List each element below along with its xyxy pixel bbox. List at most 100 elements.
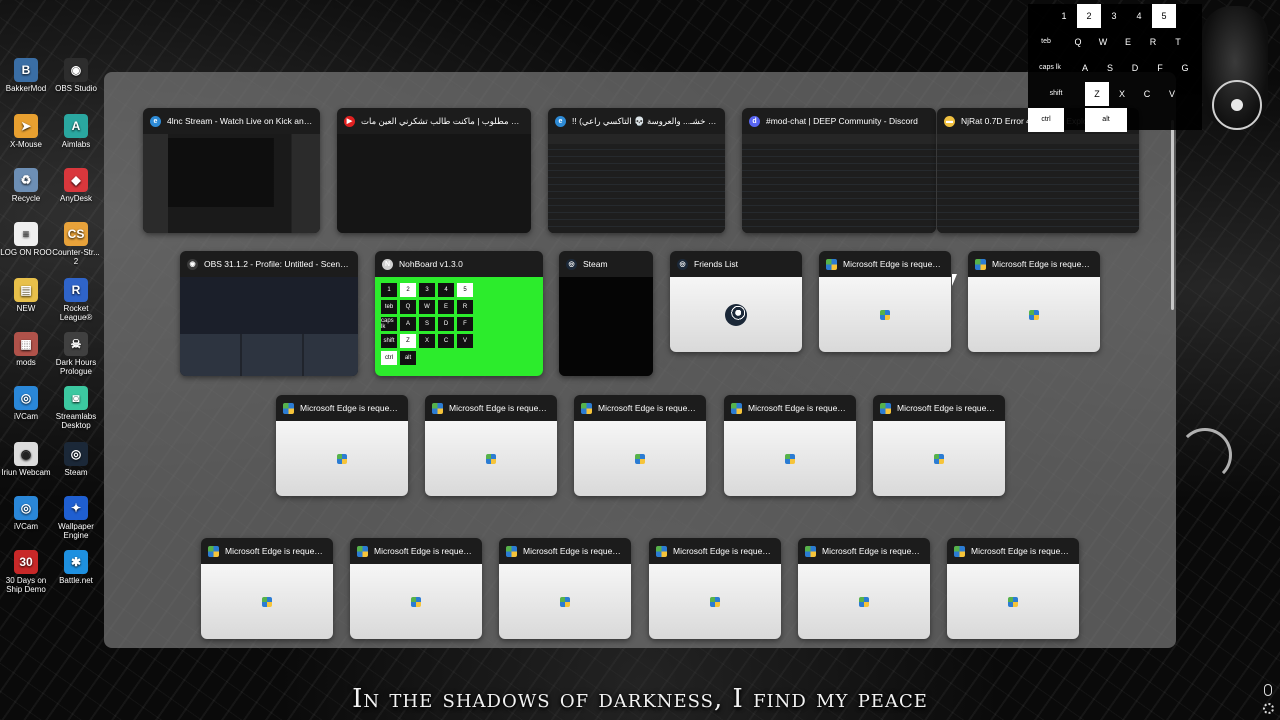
thumb-key: A [400,317,416,331]
task-view-scrollbar[interactable] [1171,120,1174,310]
folder-icon: ▬ [944,115,955,127]
desktop-icon[interactable]: B BakkerMod [0,58,52,93]
desktop-icon[interactable]: ◆ AnyDesk [50,168,102,203]
task-view-window[interactable]: N NohBoard v1.3.0 1 2 3 4 5 teb Q W E Rcaps lk A S D Fs… [375,251,543,376]
shield-icon [954,545,965,557]
desktop-icon-label: Streamlabs Desktop [55,412,97,430]
window-thumbnail [350,564,482,639]
shield-icon [826,258,837,270]
desktop-icon[interactable]: ➤ X-Mouse [0,114,52,149]
shield-icon [411,596,421,607]
desktop-icon-glyph: B [14,58,38,82]
thumb-key: Z [400,334,416,348]
steam-icon: ◎ [677,258,688,270]
desktop-icon-glyph: ♻ [14,168,38,192]
thumb-key: E [438,300,454,314]
desktop-icon-glyph: ◎ [14,386,38,410]
desktop-icon[interactable]: ☠ Dark Hours Prologue [50,332,102,376]
desktop-icon-label: X-Mouse [9,140,42,149]
window-title: Microsoft Edge is requesti... [225,546,326,556]
shield-icon [208,545,219,557]
task-view-window[interactable]: Microsoft Edge is requesti... [276,395,408,496]
desktop-icon-label: 30 Days on Ship Demo [5,576,47,594]
desktop-icon[interactable]: CS Counter-Str... 2 [50,222,102,266]
key-c: C [1143,89,1151,99]
key-z: Z [1085,82,1109,106]
key-3: 3 [1111,11,1117,21]
window-title: Microsoft Edge is requesti... [897,403,998,413]
window-title-bar: Microsoft Edge is requesti... [798,538,930,564]
desktop-icon-glyph: ◎ [64,442,88,466]
shield-icon [337,453,347,464]
desktop-icon[interactable]: A Aimlabs [50,114,102,149]
task-view-window[interactable]: Microsoft Edge is requesti... [968,251,1100,352]
desktop-icon[interactable]: ♻ Recycle [0,168,52,203]
task-view-window[interactable]: Microsoft Edge is requesti... [649,538,781,639]
task-view-window[interactable]: d #mod-chat | DEEP Community - Discord [742,108,936,233]
task-view-window[interactable]: ▶ خليجي مطلوب | ماكنت طالب تشكرني العين م… [337,108,531,233]
task-view-window[interactable]: ◎ Friends List [670,251,802,352]
task-view-window[interactable]: e 4lnc Stream - Watch Live on Kick and 1.… [143,108,320,233]
desktop-icon-label: Wallpaper Engine [58,522,94,540]
window-title: #mod-chat | DEEP Community - Discord [766,116,918,126]
window-thumbnail [143,134,320,233]
desktop-icon-label: Dark Hours Prologue [55,358,97,376]
window-thumbnail [819,277,951,352]
task-view-window[interactable]: Microsoft Edge is requesti... [425,395,557,496]
window-thumbnail [670,277,802,352]
desktop-icon[interactable]: ◉ OBS Studio [50,58,102,93]
window-title: Microsoft Edge is requesti... [673,546,774,556]
window-title: NohBoard v1.3.0 [399,259,463,269]
shield-icon [357,545,368,557]
key-t: T [1175,37,1181,47]
key-5: 5 [1152,4,1176,28]
key-d: D [1131,63,1139,73]
window-title: Microsoft Edge is requesti... [748,403,849,413]
mouse-dot [1231,99,1243,111]
desktop-icon-glyph: A [64,114,88,138]
task-view-window[interactable]: Microsoft Edge is requesti... [873,395,1005,496]
desktop-icon[interactable]: ≡ LOG ON ROO [0,222,52,257]
desktop-icon[interactable]: 30 30 Days on Ship Demo [0,550,52,594]
desktop-icon[interactable]: ◎ iVCam [0,496,52,531]
window-title: خليجي مطلوب | ماكنت طالب تشكرني العين ما… [361,115,524,126]
desktop-icon[interactable]: ▤ NEW [0,278,52,313]
task-view-window[interactable]: Microsoft Edge is requesti... [947,538,1079,639]
shield-icon [432,402,443,414]
window-title-bar: Microsoft Edge is requesti... [574,395,706,421]
task-view-window[interactable]: e !! (قصص خشـ... والعروسة 💀 التاكسي راعي [548,108,725,233]
desktop-icon-glyph: ➤ [14,114,38,138]
desktop-icon-glyph: ✦ [64,496,88,520]
task-view-window[interactable]: Microsoft Edge is requesti... [798,538,930,639]
task-view-window[interactable]: Microsoft Edge is requesti... [819,251,951,352]
shield-icon [880,309,890,320]
window-thumbnail [968,277,1100,352]
thumb-key: teb [381,300,397,314]
microphone-icon[interactable] [1264,684,1272,696]
desktop-icon-label: AnyDesk [59,194,92,203]
desktop-icon[interactable]: ▦ mods [0,332,52,367]
desktop-icon[interactable]: ✱ Battle.net [50,550,102,585]
task-view-window[interactable]: Microsoft Edge is requesti... [350,538,482,639]
window-thumbnail [798,564,930,639]
task-view-window[interactable]: Microsoft Edge is requesti... [201,538,333,639]
desktop-icon[interactable]: ◙ Streamlabs Desktop [50,386,102,430]
window-thumbnail [873,421,1005,496]
thumb-key: caps lk [381,317,397,331]
settings-gear-icon[interactable] [1263,703,1274,714]
task-view-window[interactable]: Microsoft Edge is requesti... [499,538,631,639]
key-1: 1 [1061,11,1067,21]
desktop-icon[interactable]: ◎ Steam [50,442,102,477]
shield-icon [581,402,592,414]
task-view-window[interactable]: Microsoft Edge is requesti... [574,395,706,496]
window-title-bar: N NohBoard v1.3.0 [375,251,543,277]
desktop-icon[interactable]: R Rocket League® [50,278,102,322]
task-view-window[interactable]: ◉ OBS 31.1.2 - Profile: Untitled - Scenes… [180,251,358,376]
key-r: R [1149,37,1157,47]
desktop-icon[interactable]: ✦ Wallpaper Engine [50,496,102,540]
task-view-window[interactable]: ◎ Steam [559,251,653,376]
task-view-window[interactable]: Microsoft Edge is requesti... [724,395,856,496]
key-4: 4 [1136,11,1142,21]
desktop-icon[interactable]: ◎ iVCam [0,386,52,421]
desktop-icon[interactable]: ◉ Iriun Webcam [0,442,52,477]
